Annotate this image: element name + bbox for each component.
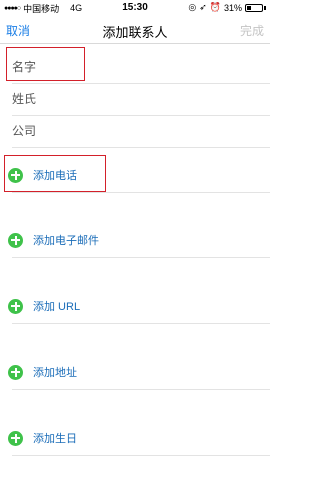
add-email-label: 添加电子邮件 [33, 235, 99, 247]
done-button[interactable]: 完成 [240, 22, 264, 39]
battery-icon [245, 3, 263, 12]
company-field[interactable]: 公司 [12, 110, 270, 148]
page-title: 添加联系人 [102, 25, 168, 40]
add-address-button[interactable]: 添加地址 [8, 361, 270, 390]
alarm-icon: ⏰ [209, 2, 221, 12]
battery-tip [264, 5, 266, 10]
plus-icon [8, 232, 23, 248]
location-icon: ➶ [199, 2, 207, 12]
add-email-button[interactable]: 添加电子邮件 [8, 229, 270, 258]
plus-icon [8, 430, 23, 446]
add-address-label: 添加地址 [33, 367, 77, 379]
add-birthday-label: 添加生日 [33, 433, 77, 445]
status-bar: ●●●●○ 中国移动 4G 15:30 ◎ ➶ ⏰ 31% [0, 0, 270, 16]
lock-rotation-icon: ◎ [188, 2, 197, 12]
add-url-button[interactable]: 添加 URL [8, 295, 270, 324]
add-url-label: 添加 URL [33, 301, 81, 313]
nav-bar: 取消 添加联系人 完成 [0, 18, 270, 44]
battery-fill [247, 5, 252, 10]
add-birthday-button[interactable]: 添加生日 [8, 427, 270, 456]
plus-icon [8, 364, 23, 380]
battery-percent: 31% [223, 2, 242, 13]
status-right: ◎ ➶ ⏰ 31% [188, 2, 266, 13]
highlight-box-name [6, 47, 85, 81]
highlight-box-phone [4, 155, 106, 192]
plus-icon [8, 298, 23, 314]
